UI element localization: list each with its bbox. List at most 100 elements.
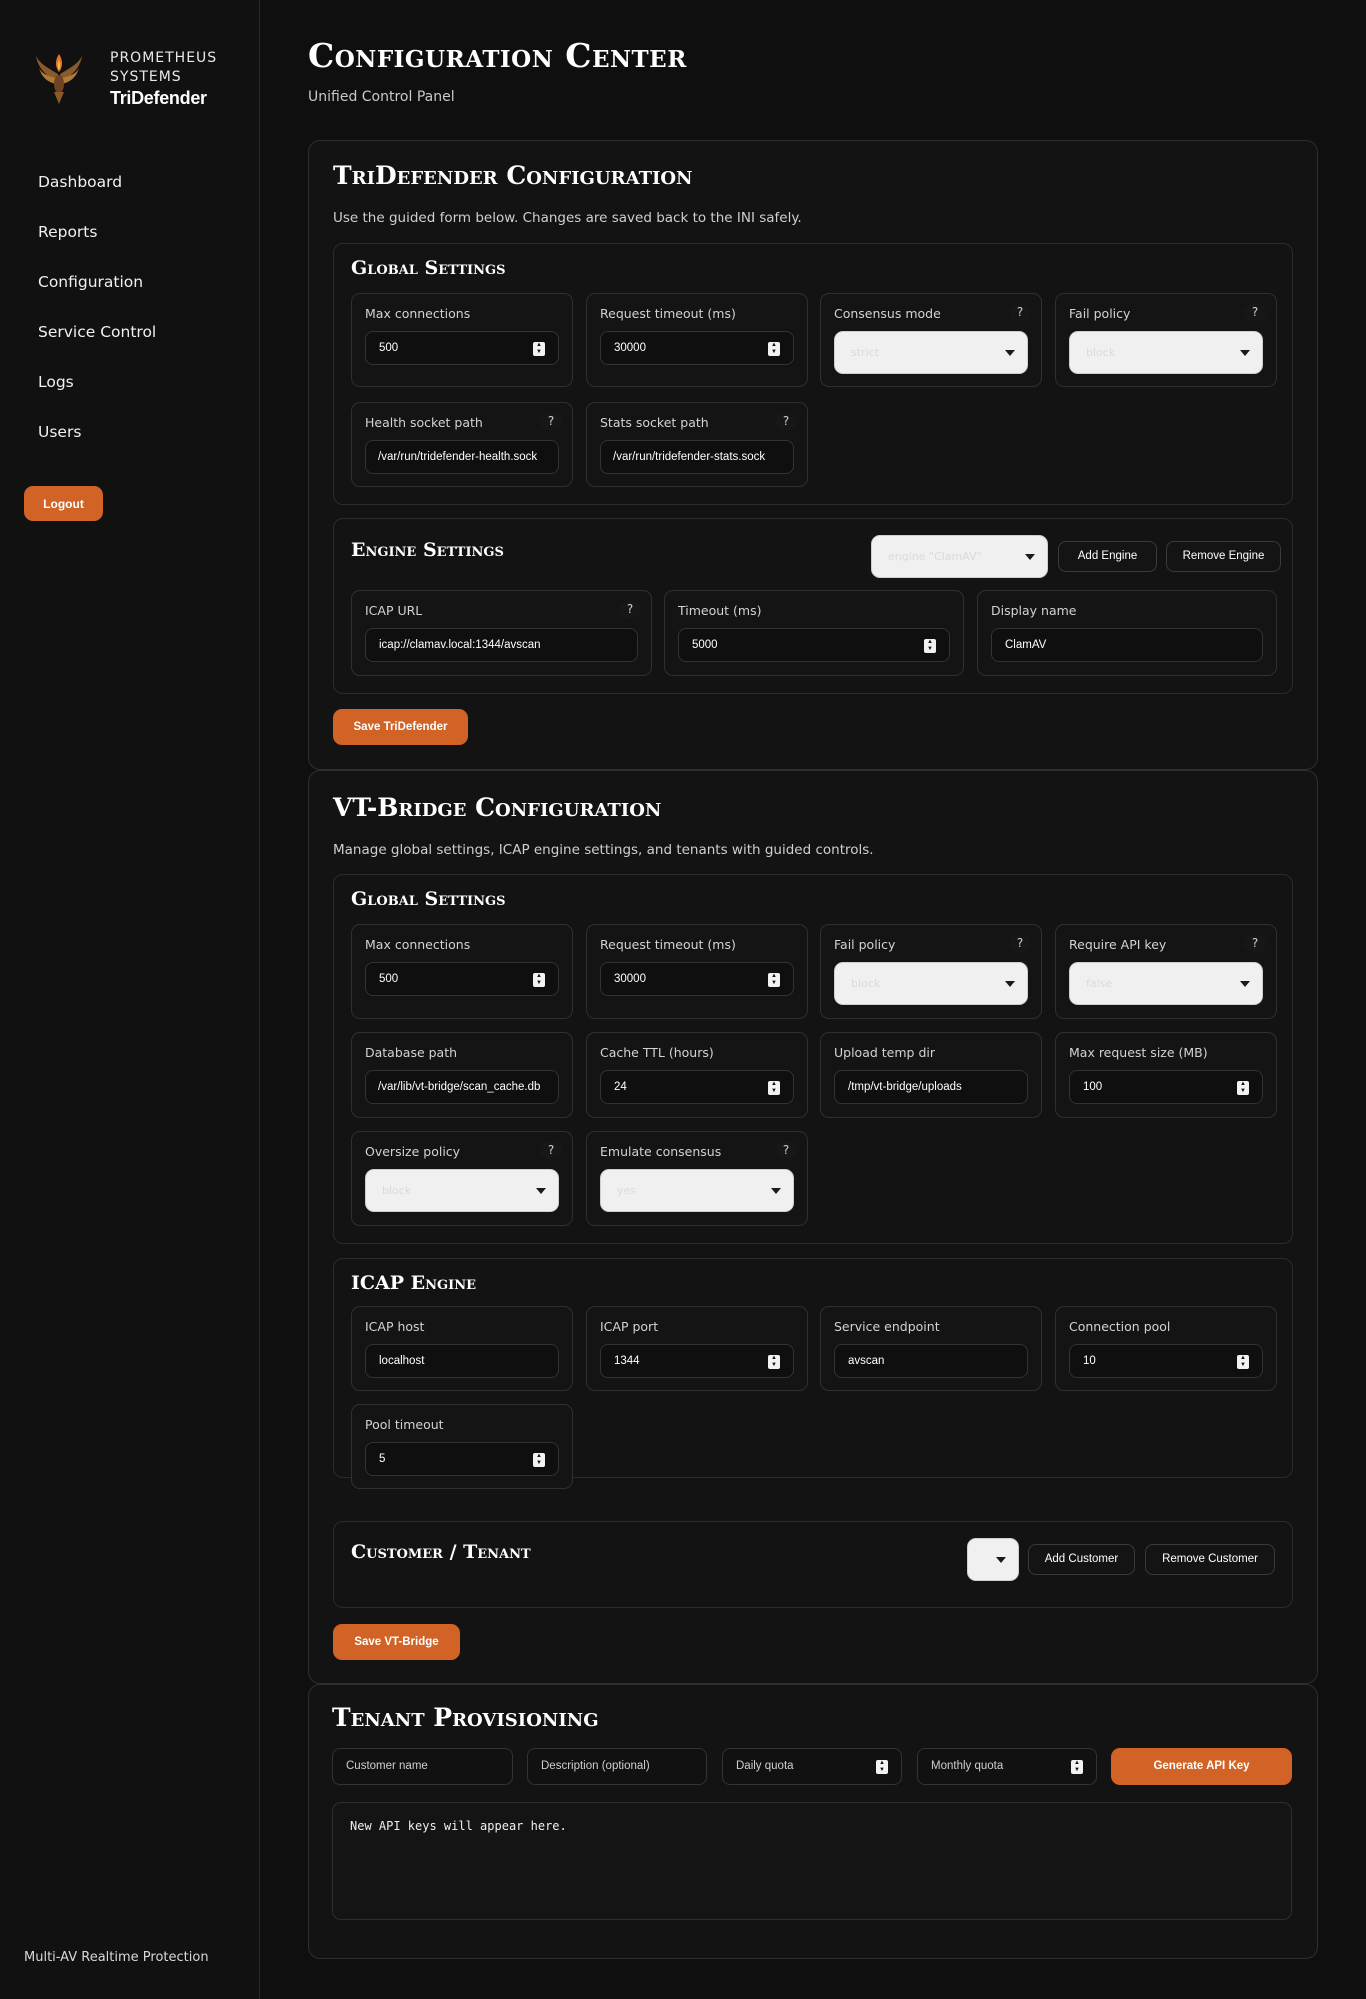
health-socket-field: Health socket path ? /var/run/tridefende… bbox=[351, 402, 573, 487]
vt-request-timeout-field: Request timeout (ms) 30000 ▲ ▼ bbox=[586, 924, 808, 1019]
spinner-icon[interactable]: ▲ ▼ bbox=[533, 1453, 545, 1467]
icap-engine-section: ICAP Engine ICAP host localhost ICAP por… bbox=[333, 1258, 1293, 1489]
spinner-icon[interactable]: ▲ ▼ bbox=[876, 1760, 888, 1774]
display-name-input[interactable]: ClamAV bbox=[991, 628, 1263, 662]
nav-logs[interactable]: Logs bbox=[38, 370, 156, 420]
health-socket-input[interactable]: /var/run/tridefender-health.sock bbox=[365, 440, 559, 474]
vt-request-timeout-input[interactable]: 30000 ▲ ▼ bbox=[600, 962, 794, 996]
field-label: Display name bbox=[991, 603, 1077, 618]
consensus-mode-select[interactable]: strict bbox=[834, 331, 1028, 374]
nav-dashboard[interactable]: Dashboard bbox=[38, 170, 156, 220]
nav-users[interactable]: Users bbox=[38, 420, 156, 470]
vt-max-connections-input[interactable]: 500 ▲ ▼ bbox=[365, 962, 559, 996]
connection-pool-field: Connection pool 10 ▲ ▼ bbox=[1055, 1306, 1277, 1391]
daily-quota-input[interactable]: Daily quota ▲ ▼ bbox=[722, 1748, 902, 1785]
remove-customer-button[interactable]: Remove Customer bbox=[1145, 1544, 1275, 1575]
vt-fail-policy-select[interactable]: block bbox=[834, 962, 1028, 1005]
max-connections-input[interactable]: 500 ▲ ▼ bbox=[365, 331, 559, 365]
field-label: Timeout (ms) bbox=[678, 603, 762, 618]
customer-select[interactable] bbox=[967, 1538, 1019, 1581]
spinner-icon[interactable]: ▲ ▼ bbox=[924, 639, 936, 653]
remove-engine-button[interactable]: Remove Engine bbox=[1166, 541, 1281, 572]
database-path-field: Database path /var/lib/vt-bridge/scan_ca… bbox=[351, 1032, 573, 1118]
input-value: 24 bbox=[614, 1081, 627, 1093]
description-input[interactable]: Description (optional) bbox=[527, 1748, 707, 1785]
field-label: ICAP port bbox=[600, 1319, 659, 1334]
add-engine-button[interactable]: Add Engine bbox=[1058, 541, 1157, 572]
field-label: Service endpoint bbox=[834, 1319, 940, 1334]
spinner-icon[interactable]: ▲ ▼ bbox=[533, 342, 545, 356]
pool-timeout-input[interactable]: 5 ▲ ▼ bbox=[365, 1442, 559, 1476]
help-icon[interactable]: ? bbox=[1009, 935, 1031, 952]
help-icon[interactable]: ? bbox=[775, 413, 797, 430]
engine-timeout-input[interactable]: 5000 ▲ ▼ bbox=[678, 628, 950, 662]
nav-configuration[interactable]: Configuration bbox=[38, 270, 156, 320]
emulate-consensus-field: Emulate consensus ? yes bbox=[586, 1131, 808, 1226]
phoenix-flame-logo-icon bbox=[36, 54, 82, 104]
field-label: Upload temp dir bbox=[834, 1045, 935, 1060]
spinner-icon[interactable]: ▲ ▼ bbox=[1237, 1355, 1249, 1369]
require-api-key-field: Require API key ? false bbox=[1055, 924, 1277, 1019]
help-icon[interactable]: ? bbox=[1244, 304, 1266, 321]
icap-url-input[interactable]: icap://clamav.local:1344/avscan bbox=[365, 628, 638, 662]
spinner-icon[interactable]: ▲ ▼ bbox=[768, 1081, 780, 1095]
provisioning-title: Tenant Provisioning bbox=[332, 1703, 599, 1732]
save-tridefender-button[interactable]: Save TriDefender bbox=[333, 709, 468, 745]
fail-policy-select[interactable]: block bbox=[1069, 331, 1263, 374]
logout-button[interactable]: Logout bbox=[24, 486, 103, 521]
fail-policy-field: Fail policy ? block bbox=[1055, 293, 1277, 387]
max-request-input[interactable]: 100 ▲ ▼ bbox=[1069, 1070, 1263, 1104]
require-api-key-select[interactable]: false bbox=[1069, 962, 1263, 1005]
vtbridge-title: VT-Bridge Configuration bbox=[333, 793, 662, 822]
spinner-icon[interactable]: ▲ ▼ bbox=[1071, 1760, 1083, 1774]
add-customer-button[interactable]: Add Customer bbox=[1028, 1544, 1135, 1575]
brand: PROMETHEUS SYSTEMS TriDefender bbox=[34, 46, 230, 109]
select-value: engine "ClamAV" bbox=[888, 550, 982, 563]
nav-service-control[interactable]: Service Control bbox=[38, 320, 156, 370]
monthly-quota-input[interactable]: Monthly quota ▲ ▼ bbox=[917, 1748, 1097, 1785]
upload-temp-input[interactable]: /tmp/vt-bridge/uploads bbox=[834, 1070, 1028, 1104]
oversize-policy-select[interactable]: block bbox=[365, 1169, 559, 1212]
icap-port-field: ICAP port 1344 ▲ ▼ bbox=[586, 1306, 808, 1391]
spinner-icon[interactable]: ▲ ▼ bbox=[768, 973, 780, 987]
input-value: 1344 bbox=[614, 1355, 640, 1367]
help-icon[interactable]: ? bbox=[1244, 935, 1266, 952]
help-icon[interactable]: ? bbox=[540, 1142, 562, 1159]
spinner-icon[interactable]: ▲ ▼ bbox=[768, 1355, 780, 1369]
spinner-icon[interactable]: ▲ ▼ bbox=[1237, 1081, 1249, 1095]
chevron-down-icon bbox=[1005, 350, 1015, 356]
save-vtbridge-button[interactable]: Save VT-Bridge bbox=[333, 1624, 460, 1660]
help-icon[interactable]: ? bbox=[619, 601, 641, 618]
database-path-input[interactable]: /var/lib/vt-bridge/scan_cache.db bbox=[365, 1070, 559, 1104]
field-label: Request timeout (ms) bbox=[600, 306, 736, 321]
cache-ttl-input[interactable]: 24 ▲ ▼ bbox=[600, 1070, 794, 1104]
connection-pool-input[interactable]: 10 ▲ ▼ bbox=[1069, 1344, 1263, 1378]
api-key-output: New API keys will appear here. bbox=[332, 1802, 1292, 1920]
sidebar-footer: Multi-AV Realtime Protection bbox=[24, 1950, 209, 1965]
help-icon[interactable]: ? bbox=[540, 413, 562, 430]
service-endpoint-field: Service endpoint avscan bbox=[820, 1306, 1042, 1391]
nav-reports[interactable]: Reports bbox=[38, 220, 156, 270]
customer-name-input[interactable]: Customer name bbox=[332, 1748, 513, 1785]
help-icon[interactable]: ? bbox=[775, 1142, 797, 1159]
emulate-consensus-select[interactable]: yes bbox=[600, 1169, 794, 1212]
engine-settings-section: Engine Settings engine "ClamAV" Add Engi… bbox=[333, 518, 1293, 694]
help-icon[interactable]: ? bbox=[1009, 304, 1031, 321]
spinner-icon[interactable]: ▲ ▼ bbox=[768, 342, 780, 356]
request-timeout-input[interactable]: 30000 ▲ ▼ bbox=[600, 331, 794, 365]
generate-api-key-button[interactable]: Generate API Key bbox=[1111, 1748, 1292, 1785]
oversize-policy-field: Oversize policy ? block bbox=[351, 1131, 573, 1226]
engine-select[interactable]: engine "ClamAV" bbox=[871, 535, 1048, 578]
vt-max-connections-field: Max connections 500 ▲ ▼ bbox=[351, 924, 573, 1019]
service-endpoint-input[interactable]: avscan bbox=[834, 1344, 1028, 1378]
icap-host-input[interactable]: localhost bbox=[365, 1344, 559, 1378]
input-value: 30000 bbox=[614, 342, 646, 354]
field-label: ICAP host bbox=[365, 1319, 425, 1334]
icap-port-input[interactable]: 1344 ▲ ▼ bbox=[600, 1344, 794, 1378]
spinner-icon[interactable]: ▲ ▼ bbox=[533, 973, 545, 987]
input-value: /tmp/vt-bridge/uploads bbox=[848, 1081, 962, 1093]
customer-section: Customer / Tenant Add Customer Remove Cu… bbox=[333, 1521, 1293, 1608]
stats-socket-field: Stats socket path ? /var/run/tridefender… bbox=[586, 402, 808, 487]
stats-socket-input[interactable]: /var/run/tridefender-stats.sock bbox=[600, 440, 794, 474]
page-subtitle: Unified Control Panel bbox=[308, 89, 455, 105]
